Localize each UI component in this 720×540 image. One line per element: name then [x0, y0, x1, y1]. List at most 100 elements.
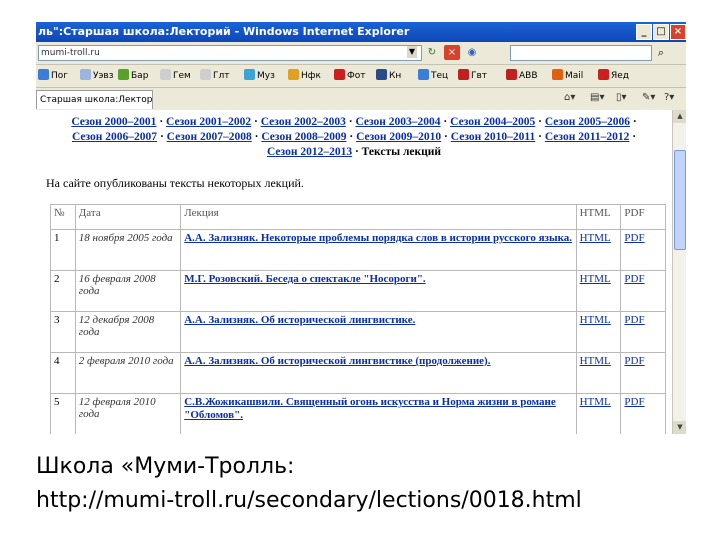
season-link[interactable]: Сезон 2009–2010: [356, 131, 441, 143]
season-link[interactable]: Сезон 2002–2003: [261, 116, 346, 128]
print-icon[interactable]: ▤▾: [590, 92, 604, 103]
window-titlebar: ль":Старшая школа:Лекторий - Windows Int…: [36, 22, 686, 42]
season-link[interactable]: Сезон 2007–2008: [167, 131, 252, 143]
favorite-item[interactable]: Яед: [598, 69, 629, 81]
favorite-label: Бар: [131, 71, 149, 81]
favorite-item[interactable]: Гем: [160, 69, 191, 81]
lectures-table: № Дата Лекция HTML PDF 1 18 ноября 2005 г…: [50, 204, 666, 434]
search-icon[interactable]: ⌕: [653, 45, 669, 60]
seasons-nav: Сезон 2000–2001 · Сезон 2001–2002 · Сезо…: [36, 115, 672, 160]
favorite-item[interactable]: Mail: [552, 69, 583, 81]
favorite-item[interactable]: Уэвз: [80, 69, 114, 81]
scrollbar-thumb[interactable]: [674, 150, 686, 250]
favorite-label: Тец: [431, 71, 449, 81]
favorite-item[interactable]: Бар: [118, 69, 148, 81]
favorite-icon: [552, 69, 563, 80]
header-lecture: Лекция: [180, 204, 577, 230]
html-link[interactable]: HTML: [575, 270, 622, 312]
html-link[interactable]: HTML: [575, 229, 622, 271]
scroll-up-icon[interactable]: ▲: [673, 110, 686, 123]
row-number: 3: [50, 311, 76, 353]
lecture-link[interactable]: А.А. Зализняк. Об исторической лингвисти…: [180, 352, 577, 394]
favorite-label: Mail: [565, 71, 584, 81]
refresh-icon[interactable]: ↻: [424, 45, 440, 60]
table-row: 1 18 ноября 2005 года А.А. Зализняк. Некот…: [50, 229, 666, 271]
favorite-icon: [506, 69, 517, 80]
favorite-item[interactable]: Пог: [38, 69, 68, 81]
stop-icon[interactable]: ×: [444, 45, 460, 60]
row-number: 5: [50, 393, 76, 434]
table-row: 42 февраля 2010 года А.А. Зализняк. Об ис…: [50, 352, 666, 394]
lecture-link[interactable]: С.В.Жожикашвили. Священный огонь искусст…: [180, 393, 577, 434]
seasons-line-2: Сезон 2006–2007 · Сезон 2007–2008 · Сезо…: [71, 131, 637, 143]
favorite-label: Гвт: [471, 71, 488, 81]
season-link[interactable]: Сезон 2003–2004: [355, 116, 440, 128]
favorite-item[interactable]: Глт: [200, 69, 229, 81]
maximize-icon[interactable]: □: [653, 24, 669, 40]
chevron-down-icon[interactable]: ▼: [407, 46, 417, 58]
lecture-date: 12 февраля 2010 года: [74, 393, 182, 434]
address-bar: mumi-troll.ru ▼ ↻ × ◉ ⌕: [36, 42, 686, 65]
favorite-icon: [376, 69, 387, 80]
seasons-line-1: Сезон 2000–2001 · Сезон 2001–2002 · Сезо…: [71, 116, 637, 128]
season-link[interactable]: Сезон 2000–2001: [71, 116, 156, 128]
favorite-item[interactable]: Кн: [376, 69, 401, 81]
pdf-link[interactable]: PDF: [620, 311, 666, 353]
html-link[interactable]: HTML: [575, 393, 622, 434]
favorite-label: Фот: [347, 71, 366, 81]
current-section: Тексты лекций: [361, 146, 442, 158]
season-link[interactable]: Сезон 2008–2009: [261, 131, 346, 143]
html-link[interactable]: HTML: [575, 352, 622, 394]
pdf-link[interactable]: PDF: [620, 229, 666, 271]
pdf-link[interactable]: PDF: [620, 352, 666, 394]
season-link[interactable]: Сезон 2012–2013: [267, 146, 352, 158]
minimize-icon[interactable]: _: [636, 24, 652, 40]
lecture-link[interactable]: А.А. Зализняк. Некоторые проблемы порядк…: [180, 229, 577, 271]
favorite-icon: [80, 69, 91, 80]
favorite-icon: [288, 69, 299, 80]
search-engine-icon[interactable]: ◉: [464, 45, 480, 60]
favorite-item[interactable]: Фот: [334, 69, 366, 81]
favorite-icon: [458, 69, 469, 80]
row-number: 4: [50, 352, 76, 394]
lecture-date: 16 февраля 2008 года: [74, 270, 182, 312]
lecture-link[interactable]: М.Г. Розовский. Беседа о спектакле "Носо…: [180, 270, 577, 312]
home-icon[interactable]: ⌂▾: [564, 92, 575, 103]
favorite-icon: [118, 69, 129, 80]
favorite-label: Уэвз: [93, 71, 114, 81]
favorite-item[interactable]: АВВ: [506, 69, 538, 81]
search-input[interactable]: [510, 45, 652, 61]
favorite-label: Глт: [213, 71, 230, 81]
favorite-item[interactable]: Тец: [418, 69, 448, 81]
table-row: 5 12 февраля 2010 года С.В.Жожикашвили. Св…: [50, 393, 666, 434]
season-link[interactable]: Сезон 2011–2012: [545, 131, 629, 143]
favorite-item[interactable]: Нфк: [288, 69, 321, 81]
tab-active[interactable]: Старшая школа:Лекторий: [36, 90, 153, 109]
page-icon[interactable]: ▯▾: [616, 92, 627, 103]
season-link[interactable]: Сезон 2010–2011: [451, 131, 535, 143]
pdf-link[interactable]: PDF: [620, 393, 666, 434]
season-link[interactable]: Сезон 2006–2007: [72, 131, 157, 143]
season-link[interactable]: Сезон 2004–2005: [450, 116, 535, 128]
caption-line-2: http://mumi-troll.ru/secondary/lections/…: [36, 488, 582, 513]
html-link[interactable]: HTML: [575, 311, 622, 353]
tools-icon[interactable]: ✎▾: [642, 92, 655, 103]
row-number: 1: [50, 229, 76, 271]
favorite-icon: [244, 69, 255, 80]
scroll-down-icon[interactable]: ▼: [673, 421, 686, 434]
table-row: 2 16 февраля 2008 года М.Г. Розовский. Бес…: [50, 270, 666, 312]
season-link[interactable]: Сезон 2005–2006: [545, 116, 630, 128]
favorite-item[interactable]: Гвт: [458, 69, 487, 81]
header-pdf: PDF: [620, 204, 666, 230]
help-icon[interactable]: ?▾: [664, 92, 674, 103]
close-icon[interactable]: ×: [670, 24, 686, 40]
favorite-label: Кн: [389, 71, 402, 81]
address-input[interactable]: mumi-troll.ru: [38, 45, 422, 61]
favorite-label: Гем: [173, 71, 191, 81]
pdf-link[interactable]: PDF: [620, 270, 666, 312]
lecture-link[interactable]: А.А. Зализняк. Об исторической лингвисти…: [180, 311, 577, 353]
favorite-item[interactable]: Муз: [244, 69, 275, 81]
favorite-label: Муз: [257, 71, 275, 81]
vertical-scrollbar[interactable]: ▲ ▼: [672, 110, 686, 434]
season-link[interactable]: Сезон 2001–2002: [166, 116, 251, 128]
